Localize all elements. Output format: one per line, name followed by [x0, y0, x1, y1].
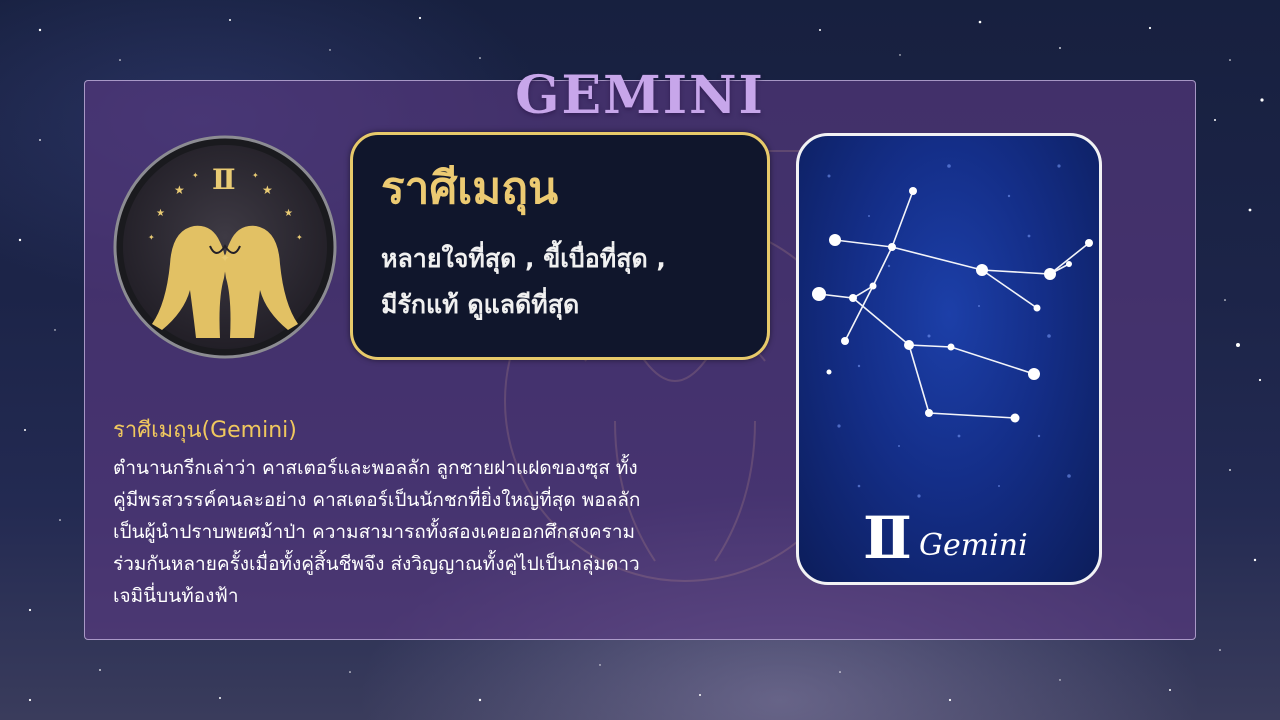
gemini-twins-emblem-icon: Ⅱ ★ ★ ★ ★ ✦ ✦ ✦ ✦ ✦	[113, 135, 337, 359]
traits-title: ราศีเมถุน	[381, 163, 559, 214]
svg-text:✦: ✦	[220, 251, 230, 265]
gemini-symbol-icon: Ⅱ	[863, 504, 912, 572]
description-heading: ราศีเมถุน(Gemini)	[113, 418, 297, 443]
card-name: Gemini	[919, 528, 1028, 563]
svg-text:★: ★	[174, 183, 185, 197]
svg-text:✦: ✦	[296, 233, 303, 242]
traits-line-2: มีรักแท้ ดูแลดีที่สุด	[381, 290, 580, 319]
page-title: GEMINI	[515, 64, 765, 126]
traits-line-1: หลายใจที่สุด , ขี้เบื่อที่สุด ,	[381, 244, 666, 273]
constellation-card: Ⅱ Gemini	[796, 133, 1102, 585]
gemini-constellation-icon	[812, 164, 1093, 498]
svg-text:✦: ✦	[192, 171, 199, 180]
traits-box: ราศีเมถุน หลายใจที่สุด , ขี้เบื่อที่สุด …	[350, 132, 770, 360]
svg-text:✦: ✦	[148, 233, 155, 242]
description-body: ตำนานกรีกเล่าว่า คาสเตอร์และพอลลัก ลูกชา…	[113, 457, 641, 607]
svg-text:★: ★	[262, 183, 273, 197]
svg-text:★: ★	[284, 208, 293, 219]
svg-text:Ⅱ: Ⅱ	[212, 163, 236, 196]
svg-text:✦: ✦	[252, 171, 259, 180]
svg-text:★: ★	[156, 208, 165, 219]
